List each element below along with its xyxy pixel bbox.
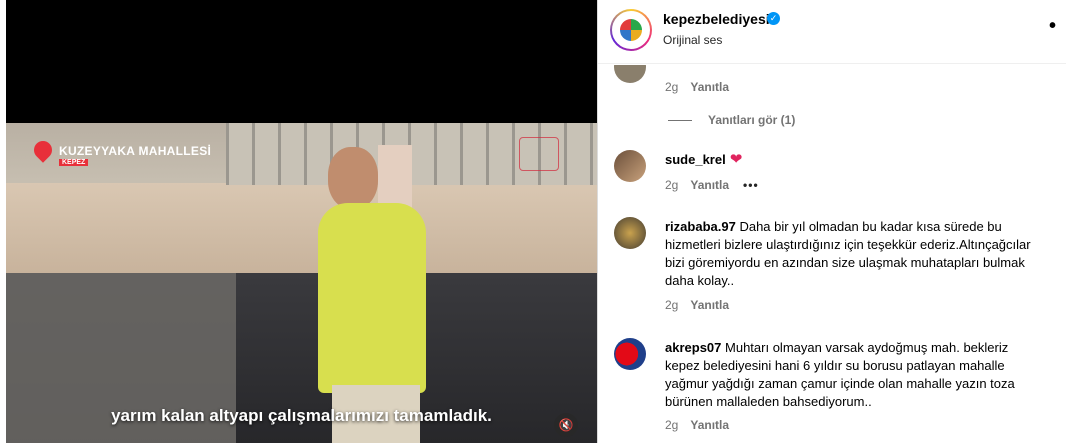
reply-button[interactable]: Yanıtla: [690, 298, 729, 312]
comment-meta: 2g Yanıtla •••: [665, 178, 759, 192]
comment-time: 2g: [665, 178, 679, 192]
comment-text: akreps07 Muhtarı olmayan varsak aydoğmuş…: [665, 339, 1035, 411]
scene-worker-head: [328, 147, 378, 209]
post-header: kepezbelediyesi ✓ Orijinal ses •: [598, 0, 1066, 64]
profile-avatar[interactable]: [610, 9, 652, 51]
location-title: KUZEYYAKA MAHALLESİ: [59, 144, 212, 158]
post-panel: kepezbelediyesi ✓ Orijinal ses • 2g Yanıt…: [597, 0, 1066, 443]
comment-meta: 2g Yanıtla: [665, 80, 729, 94]
location-pin-icon: [30, 137, 56, 163]
scene-wall: [6, 183, 597, 273]
comment-time: 2g: [665, 80, 679, 94]
comment-options-button[interactable]: •••: [743, 178, 759, 192]
kepez-logo-icon: [620, 19, 642, 41]
mute-button[interactable]: 🔇: [554, 413, 578, 437]
speaker-muted-icon: 🔇: [558, 418, 574, 432]
video-frame: KUZEYYAKA MAHALLESİ KEPEZ: [6, 123, 597, 443]
video-player[interactable]: KUZEYYAKA MAHALLESİ KEPEZ yarım kalan al…: [6, 0, 597, 443]
comment-avatar[interactable]: [614, 338, 646, 370]
scene-worker-vest: [318, 203, 426, 393]
comment-avatar[interactable]: [614, 217, 646, 249]
comment-username[interactable]: rizababa.97: [665, 219, 736, 234]
comment-username[interactable]: sude_krel: [665, 152, 726, 167]
comment-text: rizababa.97 Daha bir yıl olmadan bu kada…: [665, 218, 1035, 290]
comment-text: sude_krel ❤: [665, 151, 1035, 169]
channel-logo-watermark: [519, 137, 559, 171]
comment-meta: 2g Yanıtla: [665, 298, 729, 312]
replies-divider: [668, 120, 692, 122]
view-replies-label: Yanıtları gör (1): [708, 113, 796, 127]
comment-username[interactable]: akreps07: [665, 340, 721, 355]
reply-button[interactable]: Yanıtla: [690, 80, 729, 94]
reply-button[interactable]: Yanıtla: [690, 418, 729, 432]
verified-badge-icon: ✓: [767, 12, 780, 25]
reply-button[interactable]: Yanıtla: [690, 178, 729, 192]
view-replies-button[interactable]: Yanıtları gör (1): [668, 113, 795, 127]
comment-time: 2g: [665, 298, 679, 312]
audio-label[interactable]: Orijinal ses: [663, 33, 722, 47]
comment-meta: 2g Yanıtla: [665, 418, 729, 432]
comments-list: 2g Yanıtla Yanıtları gör (1) sude_krel ❤ 2…: [598, 65, 1066, 443]
post-username[interactable]: kepezbelediyesi: [663, 11, 770, 27]
location-subtitle: KEPEZ: [59, 159, 89, 166]
comment-avatar[interactable]: [614, 150, 646, 182]
video-caption: yarım kalan altyapı çalışmalarımızı tama…: [111, 406, 492, 425]
comment-avatar[interactable]: [614, 65, 646, 83]
comment-time: 2g: [665, 418, 679, 432]
heart-emoji-icon: ❤: [729, 151, 743, 168]
more-options-button[interactable]: •: [1049, 16, 1056, 36]
